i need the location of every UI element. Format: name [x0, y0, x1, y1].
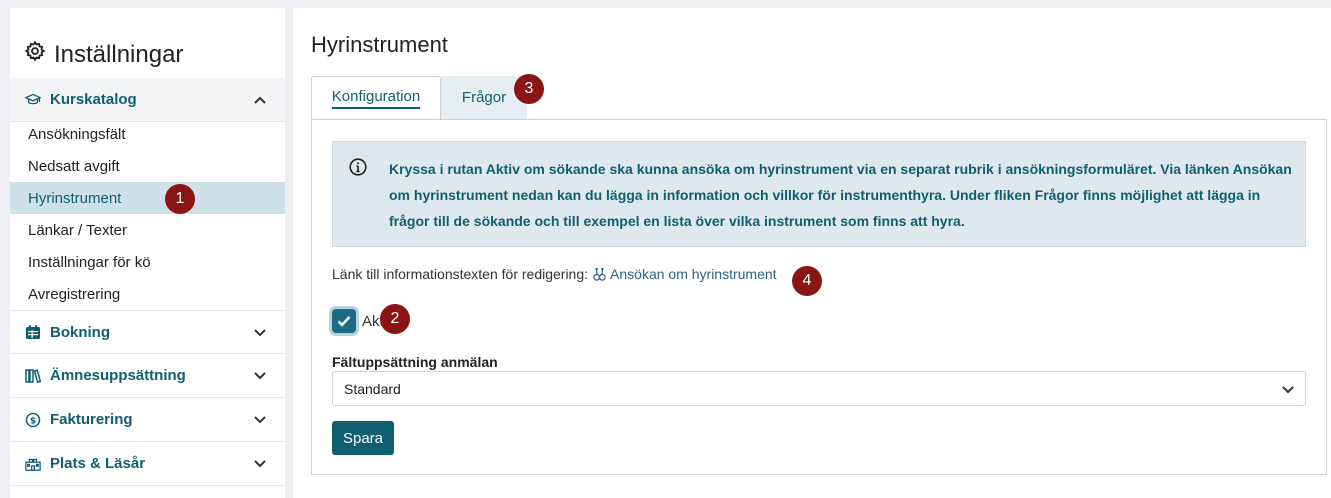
sidebar-item-installningar-for-ko[interactable]: Inställningar för kö	[10, 246, 285, 278]
sidebar-item-label: Ansökningsfält	[28, 125, 126, 143]
sidebar-section-plats-lasar[interactable]: Plats & Läsår	[10, 442, 285, 486]
chevron-down-icon	[254, 416, 266, 424]
sidebar-item-ansokningsfalt[interactable]: Ansökningsfält	[10, 118, 285, 150]
sidebar-section-label: Fakturering	[50, 411, 133, 428]
calendar-icon	[24, 324, 42, 340]
sidebar-item-lankar-texter[interactable]: Länkar / Texter	[10, 214, 285, 246]
svg-text:$: $	[30, 416, 36, 426]
tab-label: Frågor	[461, 89, 507, 106]
info-box: Kryssa i rutan Aktiv om sökande ska kunn…	[332, 141, 1306, 247]
tab-konfiguration[interactable]: Konfiguration	[311, 76, 441, 120]
main-content: Hyrinstrument Konfiguration Frågor 3 Kry…	[293, 8, 1331, 498]
sidebar-section-amnesuppsattning[interactable]: Ämnesuppsättning	[10, 354, 285, 398]
sidebar-section-label: Bokning	[50, 323, 110, 341]
field-set-label: Fältuppsättning anmälan	[332, 354, 498, 370]
sidebar-item-hyrinstrument[interactable]: Hyrinstrument	[10, 182, 285, 214]
info-text: Kryssa i rutan Aktiv om sökande ska kunn…	[389, 161, 1292, 229]
info-icon	[349, 158, 367, 176]
sidebar-title: Inställningar	[24, 40, 183, 69]
field-set-select[interactable]: Standard	[332, 371, 1306, 406]
annotation-badge: 4	[792, 266, 822, 296]
gear-icon	[24, 40, 46, 69]
sidebar-section-label: Ämnesuppsättning	[50, 367, 186, 384]
chevron-up-icon	[254, 96, 266, 104]
config-panel: Kryssa i rutan Aktiv om sökande ska kunn…	[311, 119, 1327, 475]
annotation-badge: 1	[165, 184, 195, 214]
annotation-badge: 3	[514, 74, 544, 104]
annotation-badge: 2	[380, 304, 410, 334]
page-title: Hyrinstrument	[311, 32, 448, 57]
books-icon	[24, 368, 42, 384]
sidebar-item-label: Nedsatt avgift	[28, 157, 120, 175]
sidebar-item-label: Hyrinstrument	[28, 189, 122, 207]
sidebar-section-label: Kurskatalog	[50, 91, 137, 108]
hyrinstrument-application-link[interactable]: Ansökan om hyrinstrument	[592, 266, 777, 282]
tab-label: Konfiguration	[331, 88, 421, 109]
link-label: Ansökan om hyrinstrument	[610, 266, 777, 282]
settings-sidebar: Inställningar Kurskatalog Ansökningsfält…	[10, 8, 285, 498]
sidebar-item-label: Inställningar för kö	[28, 253, 151, 271]
info-link-row: Länk till informationstexten för rediger…	[332, 266, 777, 282]
checkmark-icon	[337, 316, 351, 327]
sidebar-item-label: Avregistrering	[28, 285, 121, 303]
instrument-icon	[593, 267, 606, 281]
chevron-down-icon	[254, 329, 266, 337]
chevron-down-icon	[254, 372, 266, 380]
aktiv-checkbox[interactable]	[332, 309, 356, 333]
select-value: Standard	[344, 380, 401, 397]
sidebar-item-label: Länkar / Texter	[28, 221, 127, 239]
sidebar-title-label: Inställningar	[54, 40, 184, 68]
dollar-circle-icon: $	[24, 412, 42, 428]
school-building-icon	[24, 456, 42, 472]
sidebar-section-fakturering[interactable]: $ Fakturering	[10, 398, 285, 442]
sidebar-section-label: Plats & Läsår	[50, 455, 146, 472]
graduation-cap-icon	[24, 92, 42, 108]
link-prefix: Länk till informationstexten för rediger…	[332, 266, 589, 282]
sidebar-item-nedsatt-avgift[interactable]: Nedsatt avgift	[10, 150, 285, 182]
sidebar-item-avregistrering[interactable]: Avregistrering	[10, 278, 285, 310]
sidebar-section-kurskatalog[interactable]: Kurskatalog	[10, 78, 285, 122]
save-button[interactable]: Spara	[332, 421, 394, 455]
chevron-down-icon	[254, 460, 266, 468]
chevron-down-icon	[1282, 386, 1294, 394]
sidebar-section-bokning[interactable]: Bokning	[10, 310, 285, 354]
